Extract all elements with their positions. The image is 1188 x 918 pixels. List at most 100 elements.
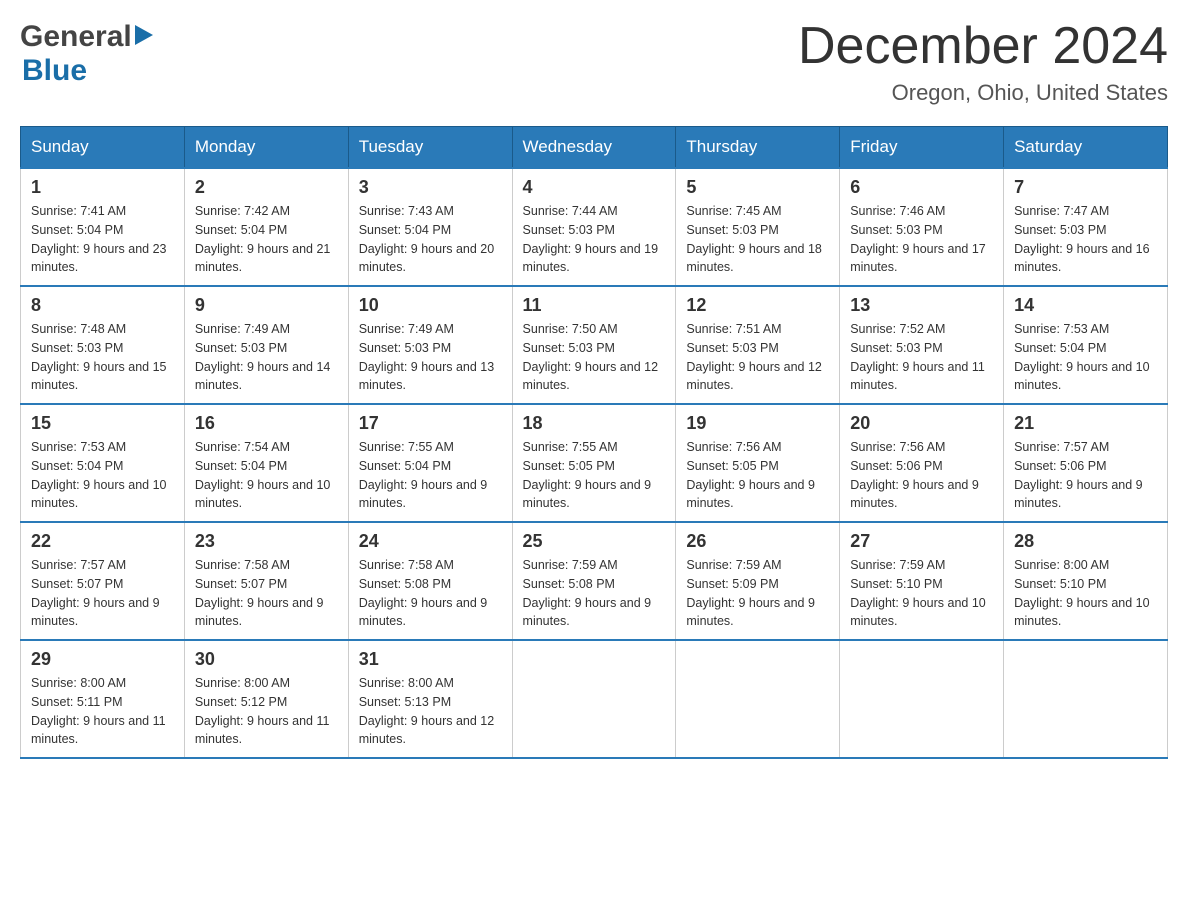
sunset-text: Sunset: 5:04 PM — [195, 223, 287, 237]
day-info: Sunrise: 7:41 AMSunset: 5:04 PMDaylight:… — [31, 202, 174, 277]
daylight-text: Daylight: 9 hours and 9 minutes. — [195, 596, 324, 629]
calendar-day-cell: 29Sunrise: 8:00 AMSunset: 5:11 PMDayligh… — [21, 640, 185, 758]
calendar-day-cell: 27Sunrise: 7:59 AMSunset: 5:10 PMDayligh… — [840, 522, 1004, 640]
day-number: 1 — [31, 177, 174, 198]
day-number: 31 — [359, 649, 502, 670]
calendar-day-cell: 19 Sunrise: 7:56 AMSunset: 5:05 PMDayligh… — [676, 404, 840, 522]
sunset-text: Sunset: 5:03 PM — [686, 223, 778, 237]
daylight-text: Daylight: 9 hours and 11 minutes. — [195, 714, 330, 747]
sunset-text: Sunset: 5:09 PM — [686, 577, 778, 591]
day-info: Sunrise: 7:50 AMSunset: 5:03 PMDaylight:… — [523, 320, 666, 395]
calendar-day-cell: 12Sunrise: 7:51 AMSunset: 5:03 PMDayligh… — [676, 286, 840, 404]
sunrise-text: Sunrise: 7:45 AM — [686, 204, 781, 218]
day-info: Sunrise: 7:55 AM Sunset: 5:04 PM Daylight:… — [359, 438, 502, 513]
day-number: 2 — [195, 177, 338, 198]
day-number: 28 — [1014, 531, 1157, 552]
daylight-text: Daylight: 9 hours and 23 minutes. — [31, 242, 167, 275]
daylight-text: Daylight: 9 hours and 9 minutes. — [359, 596, 488, 629]
day-info: Sunrise: 7:58 AM Sunset: 5:07 PM Daylight:… — [195, 556, 338, 631]
calendar-day-cell: 20 Sunrise: 7:56 AMSunset: 5:06 PMDayligh… — [840, 404, 1004, 522]
sunrise-text: Sunrise: 7:46 AM — [850, 204, 945, 218]
daylight-text: Daylight: 9 hours and 21 minutes. — [195, 242, 331, 275]
day-number: 18 — [523, 413, 666, 434]
calendar-day-cell: 5Sunrise: 7:45 AMSunset: 5:03 PMDaylight… — [676, 168, 840, 286]
sunrise-text: Sunrise: 7:50 AM — [523, 322, 618, 336]
sunrise-text: Sunrise: 7:49 AM — [359, 322, 454, 336]
day-info: Sunrise: 7:47 AMSunset: 5:03 PMDaylight:… — [1014, 202, 1157, 277]
calendar-day-cell: 21Sunrise: 7:57 AMSunset: 5:06 PMDayligh… — [1004, 404, 1168, 522]
day-number: 10 — [359, 295, 502, 316]
calendar-week-row: 29Sunrise: 8:00 AMSunset: 5:11 PMDayligh… — [21, 640, 1168, 758]
daylight-text: Daylight: 9 hours and 9 minutes. — [686, 478, 815, 511]
day-info: Sunrise: 7:52 AMSunset: 5:03 PMDaylight:… — [850, 320, 993, 395]
daylight-text: Daylight: 9 hours and 16 minutes. — [1014, 242, 1150, 275]
daylight-text: Daylight: 9 hours and 10 minutes. — [1014, 596, 1150, 629]
title-section: December 2024 Oregon, Ohio, United State… — [798, 20, 1168, 106]
calendar-day-cell: 9Sunrise: 7:49 AMSunset: 5:03 PMDaylight… — [184, 286, 348, 404]
day-number: 3 — [359, 177, 502, 198]
sunrise-text: Sunrise: 7:55 AM — [359, 440, 454, 454]
sunset-text: Sunset: 5:03 PM — [1014, 223, 1106, 237]
daylight-text: Daylight: 9 hours and 9 minutes. — [359, 478, 488, 511]
day-info: Sunrise: 7:54 AMSunset: 5:04 PMDaylight:… — [195, 438, 338, 513]
day-info: Sunrise: 7:44 AMSunset: 5:03 PMDaylight:… — [523, 202, 666, 277]
sunrise-text: Sunrise: 7:42 AM — [195, 204, 290, 218]
column-header-monday: Monday — [184, 127, 348, 169]
calendar-day-cell: 23Sunrise: 7:58 AMSunset: 5:07 PMDayligh… — [184, 522, 348, 640]
sunrise-text: Sunrise: 7:52 AM — [850, 322, 945, 336]
sunset-text: Sunset: 5:04 PM — [359, 223, 451, 237]
daylight-text: Daylight: 9 hours and 9 minutes. — [850, 478, 979, 511]
daylight-text: Daylight: 9 hours and 9 minutes. — [523, 478, 652, 511]
sunrise-text: Sunrise: 7:43 AM — [359, 204, 454, 218]
sunrise-text: Sunrise: 7:57 AM — [1014, 440, 1109, 454]
day-info: Sunrise: 7:59 AMSunset: 5:09 PMDaylight:… — [686, 556, 829, 631]
day-info: Sunrise: 7:53 AMSunset: 5:04 PMDaylight:… — [31, 438, 174, 513]
sunrise-text: Sunrise: 8:00 AM — [1014, 558, 1109, 572]
day-number: 14 — [1014, 295, 1157, 316]
sunrise-text: Sunrise: 7:57 AM — [31, 558, 126, 572]
day-number: 20 — [850, 413, 993, 434]
calendar-day-cell: 6Sunrise: 7:46 AMSunset: 5:03 PMDaylight… — [840, 168, 1004, 286]
day-info: Sunrise: 7:57 AMSunset: 5:06 PMDaylight:… — [1014, 438, 1157, 513]
daylight-text: Daylight: 9 hours and 10 minutes. — [31, 478, 167, 511]
sunset-text: Sunset: 5:04 PM — [31, 459, 123, 473]
day-number: 8 — [31, 295, 174, 316]
sunrise-text: Sunrise: 7:48 AM — [31, 322, 126, 336]
sunset-text: Sunset: 5:06 PM — [850, 459, 942, 473]
sunset-text: Sunset: 5:07 PM — [195, 577, 287, 591]
day-number: 7 — [1014, 177, 1157, 198]
sunset-text: Sunset: 5:13 PM — [359, 695, 451, 709]
daylight-text: Daylight: 9 hours and 19 minutes. — [523, 242, 659, 275]
day-info: Sunrise: 7:49 AMSunset: 5:03 PMDaylight:… — [195, 320, 338, 395]
sunset-text: Sunset: 5:05 PM — [523, 459, 615, 473]
sunrise-text: Sunrise: 7:58 AM — [195, 558, 290, 572]
sunset-text: Sunset: 5:04 PM — [359, 459, 451, 473]
sunset-text: Sunset: 5:08 PM — [359, 577, 451, 591]
day-number: 29 — [31, 649, 174, 670]
sunrise-text: Sunrise: 7:44 AM — [523, 204, 618, 218]
logo-general-text: General — [20, 20, 132, 54]
daylight-text: Daylight: 9 hours and 11 minutes. — [850, 360, 985, 393]
day-info: Sunrise: 7:48 AMSunset: 5:03 PMDaylight:… — [31, 320, 174, 395]
calendar-day-cell: 8 Sunrise: 7:48 AMSunset: 5:03 PMDaylight… — [21, 286, 185, 404]
day-number: 11 — [523, 295, 666, 316]
day-info: Sunrise: 7:56 AMSunset: 5:05 PMDaylight:… — [686, 438, 829, 513]
daylight-text: Daylight: 9 hours and 17 minutes. — [850, 242, 986, 275]
day-number: 19 — [686, 413, 829, 434]
day-info: Sunrise: 7:59 AMSunset: 5:10 PMDaylight:… — [850, 556, 993, 631]
sunrise-text: Sunrise: 7:41 AM — [31, 204, 126, 218]
sunrise-text: Sunrise: 7:53 AM — [1014, 322, 1109, 336]
day-number: 26 — [686, 531, 829, 552]
day-number: 13 — [850, 295, 993, 316]
sunset-text: Sunset: 5:12 PM — [195, 695, 287, 709]
sunset-text: Sunset: 5:03 PM — [850, 223, 942, 237]
calendar-day-cell: 18Sunrise: 7:55 AMSunset: 5:05 PMDayligh… — [512, 404, 676, 522]
sunrise-text: Sunrise: 7:51 AM — [686, 322, 781, 336]
sunrise-text: Sunrise: 7:59 AM — [686, 558, 781, 572]
sunrise-text: Sunrise: 8:00 AM — [359, 676, 454, 690]
calendar-day-cell — [1004, 640, 1168, 758]
calendar-day-cell: 28Sunrise: 8:00 AMSunset: 5:10 PMDayligh… — [1004, 522, 1168, 640]
day-info: Sunrise: 7:56 AMSunset: 5:06 PMDaylight:… — [850, 438, 993, 513]
day-info: Sunrise: 8:00 AMSunset: 5:12 PMDaylight:… — [195, 674, 338, 749]
daylight-text: Daylight: 9 hours and 10 minutes. — [850, 596, 986, 629]
